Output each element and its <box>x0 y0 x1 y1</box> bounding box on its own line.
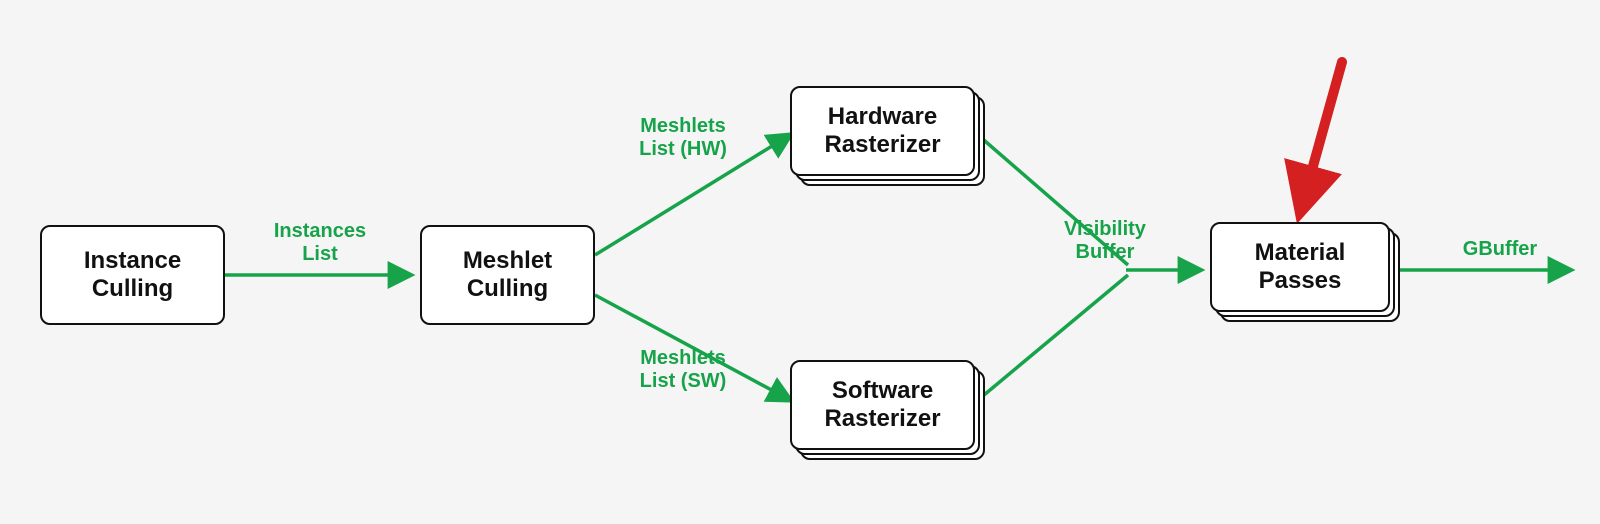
node-meshlet-culling: MeshletCulling <box>420 225 595 325</box>
node-label: SoftwareRasterizer <box>824 377 940 432</box>
node-material-passes: MaterialPasses <box>1210 222 1390 312</box>
node-label: MaterialPasses <box>1255 239 1346 294</box>
edge-sw-out <box>978 275 1128 400</box>
node-label: MeshletCulling <box>463 247 552 302</box>
node-hardware-rasterizer: HardwareRasterizer <box>790 86 975 176</box>
node-instance-culling: InstanceCulling <box>40 225 225 325</box>
node-software-rasterizer: SoftwareRasterizer <box>790 360 975 450</box>
edge-label-gbuffer: GBuffer <box>1435 238 1565 261</box>
edge-label-meshlets-hw: MeshletsList (HW) <box>598 115 768 161</box>
annotation-arrow <box>1305 62 1342 195</box>
node-label: HardwareRasterizer <box>824 103 940 158</box>
node-label: InstanceCulling <box>84 247 181 302</box>
edge-label-instances: InstancesList <box>250 220 390 266</box>
edge-label-meshlets-sw: MeshletsList (SW) <box>598 347 768 393</box>
edge-label-visibility-buffer: VisibilityBuffer <box>1030 218 1180 264</box>
diagram-canvas: InstanceCulling MeshletCulling HardwareR… <box>0 0 1600 524</box>
